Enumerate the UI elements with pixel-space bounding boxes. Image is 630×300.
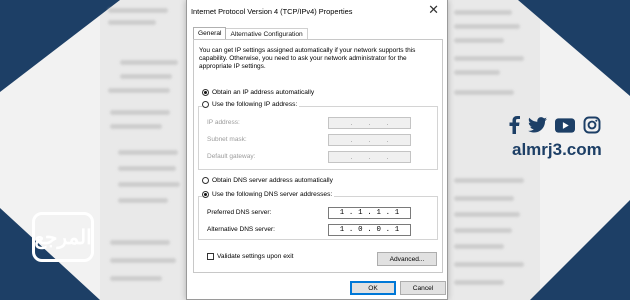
blurred-line (110, 110, 170, 115)
radio-label: Use the following IP address: (212, 101, 298, 108)
corner-shape-top-right (518, 0, 630, 96)
blurred-line (110, 240, 170, 245)
ok-button[interactable]: OK (350, 281, 396, 295)
close-icon[interactable]: ✕ (428, 3, 439, 16)
radio-button-selected[interactable] (202, 191, 209, 198)
corner-shape-bottom-right (530, 200, 630, 300)
title-bar: Internet Protocol Version 4 (TCP/IPv4) P… (187, 0, 447, 24)
radio-label: Obtain DNS server address automatically (212, 177, 333, 184)
dialog-title: Internet Protocol Version 4 (TCP/IPv4) P… (191, 7, 353, 16)
radio-label: Use the following DNS server addresses: (212, 191, 333, 198)
radio-obtain-dns-auto[interactable]: Obtain DNS server address automatically (202, 177, 333, 184)
blurred-line (120, 60, 178, 65)
blurred-line (454, 70, 500, 75)
default-gateway-label: Default gateway: (207, 153, 256, 160)
preferred-dns-field[interactable]: 1. 1. 1. 1 (328, 207, 411, 219)
blurred-line (110, 258, 176, 263)
preferred-dns-label: Preferred DNS server: (207, 209, 272, 216)
blurred-line (454, 212, 520, 217)
validate-settings-checkbox[interactable]: Validate settings upon exit (207, 253, 294, 260)
radio-button-unselected[interactable] (202, 101, 209, 108)
blurred-line (108, 20, 156, 25)
social-icons (508, 116, 601, 134)
blurred-line (108, 88, 170, 93)
intro-text: You can get IP settings assigned automat… (199, 47, 416, 71)
blurred-line (454, 262, 524, 267)
blurred-line (454, 90, 514, 95)
cancel-button[interactable]: Cancel (400, 281, 446, 295)
ip-address-field: . . . (328, 117, 411, 129)
blurred-line (118, 166, 176, 171)
blurred-line (454, 280, 504, 285)
blurred-line (454, 56, 524, 61)
blurred-line (454, 228, 512, 233)
corner-shape-top-left (0, 0, 120, 92)
radio-button-selected[interactable] (202, 89, 209, 96)
blurred-line (454, 10, 512, 15)
advanced-button[interactable]: Advanced... (377, 252, 437, 266)
site-url: almrj3.com (512, 140, 602, 159)
dns-server-group: Use the following DNS server addresses: … (198, 191, 438, 240)
blurred-line (454, 38, 504, 43)
subnet-mask-label: Subnet mask: (207, 136, 247, 143)
youtube-icon (555, 117, 575, 133)
radio-obtain-ip-auto[interactable]: Obtain an IP address automatically (202, 89, 314, 96)
default-gateway-field: . . . (328, 151, 411, 163)
blurred-line (454, 244, 504, 249)
radio-label: Obtain an IP address automatically (212, 89, 315, 96)
subnet-mask-field: . . . (328, 134, 411, 146)
alternate-dns-label: Alternative DNS server: (207, 226, 275, 233)
blurred-line (120, 74, 172, 79)
checkbox-label: Validate settings upon exit (217, 253, 294, 260)
blurred-line (108, 8, 168, 13)
facebook-icon (508, 116, 520, 134)
logo-text: المرجع (34, 225, 92, 249)
radio-use-following-dns[interactable]: Use the following DNS server addresses: (202, 191, 335, 198)
ip-address-label: IP address: (207, 119, 240, 126)
blurred-line (118, 198, 168, 203)
checkbox-unchecked[interactable] (207, 253, 214, 260)
blurred-line (118, 150, 178, 155)
general-tab-panel: You can get IP settings assigned automat… (193, 39, 443, 273)
blurred-line (454, 178, 524, 183)
alternate-dns-field[interactable]: 1. 0. 0. 1 (328, 224, 411, 236)
blurred-line (110, 124, 162, 129)
blurred-line (454, 24, 520, 29)
blurred-line (110, 276, 162, 281)
instagram-icon (583, 116, 601, 134)
radio-button-unselected[interactable] (202, 177, 209, 184)
blurred-line (118, 182, 180, 187)
radio-use-following-ip[interactable]: Use the following IP address: (202, 101, 300, 108)
ip-address-group: Use the following IP address: IP address… (198, 101, 438, 170)
ipv4-properties-dialog: Internet Protocol Version 4 (TCP/IPv4) P… (186, 0, 448, 300)
site-logo: المرجع (32, 212, 94, 262)
blurred-line (454, 196, 514, 201)
twitter-icon (528, 117, 547, 133)
